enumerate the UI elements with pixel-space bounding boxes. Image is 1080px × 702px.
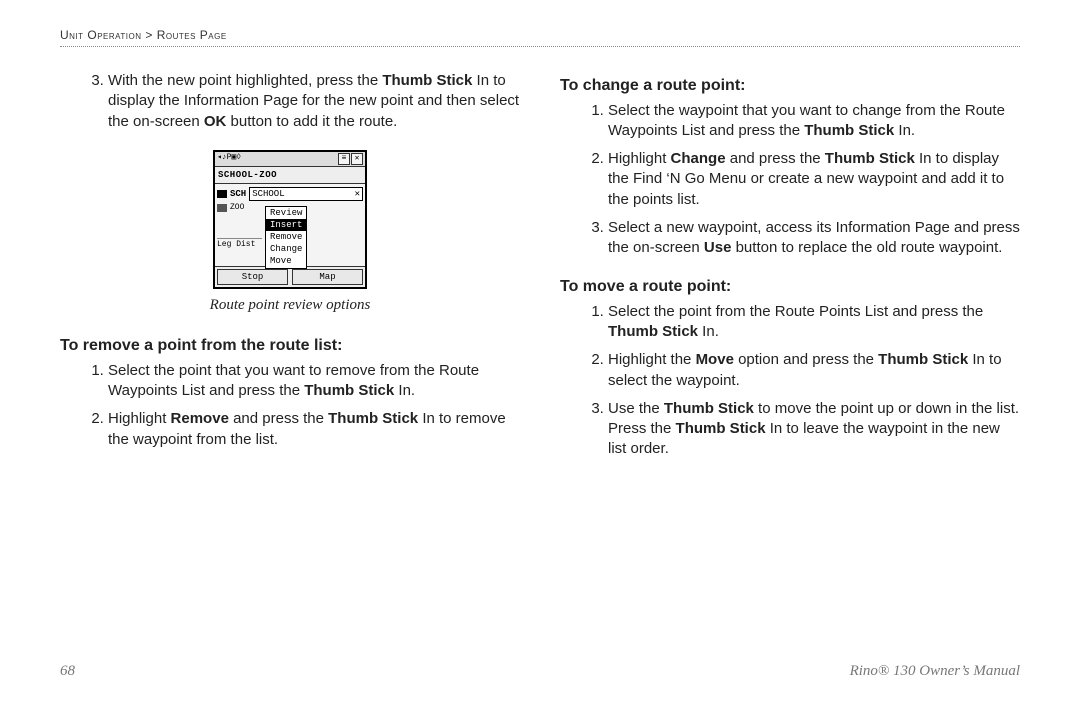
menu-icon: ≡	[338, 153, 350, 165]
leg-dist-label: Leg Dist	[217, 238, 262, 251]
change-steps: Select the waypoint that you want to cha…	[560, 101, 1020, 259]
heading-change: To change a route point:	[560, 75, 1020, 97]
device-screenshot: ◂♪P▣◊ ≡✕ SCHOOL-ZOO SCH SCHOOL ✕	[60, 150, 520, 289]
device-buttons: Stop Map	[215, 266, 365, 287]
content-columns: With the new point highlighted, press th…	[60, 67, 1020, 478]
device-screen: ◂♪P▣◊ ≡✕ SCHOOL-ZOO SCH SCHOOL ✕	[213, 150, 367, 289]
page-footer: 68 Rino® 130 Owner’s Manual	[60, 663, 1020, 680]
context-menu: Review Insert Remove Change Move	[265, 206, 307, 269]
device-body: SCH SCHOOL ✕ ZOO Review Inser	[215, 184, 365, 266]
flag-icon	[217, 204, 227, 212]
step-3: With the new point highlighted, press th…	[108, 71, 520, 132]
remove-step-1: Select the point that you want to remove…	[108, 361, 520, 402]
page-number: 68	[60, 663, 75, 680]
heading-remove: To remove a point from the route list:	[60, 335, 520, 357]
status-icons: ◂♪P▣◊	[217, 153, 241, 165]
remove-step-2: Highlight Remove and press the Thumb Sti…	[108, 409, 520, 450]
move-step-1: Select the point from the Route Points L…	[608, 302, 1020, 343]
window-controls: ≡✕	[337, 153, 363, 165]
remove-steps: Select the point that you want to remove…	[60, 361, 520, 450]
menu-item-review: Review	[266, 207, 306, 219]
change-step-2: Highlight Change and press the Thumb Sti…	[608, 149, 1020, 210]
left-column: With the new point highlighted, press th…	[60, 67, 520, 478]
flag-icon	[217, 190, 227, 198]
right-column: To change a route point: Select the wayp…	[560, 67, 1020, 478]
breadcrumb: Unit Operation > Routes Page	[60, 28, 1020, 47]
map-button: Map	[292, 269, 363, 285]
row-school: SCH SCHOOL ✕	[217, 186, 363, 202]
change-step-3: Select a new waypoint, access its Inform…	[608, 218, 1020, 259]
change-step-1: Select the waypoint that you want to cha…	[608, 101, 1020, 142]
heading-move: To move a route point:	[560, 276, 1020, 298]
figure-caption: Route point review options	[60, 295, 520, 315]
move-steps: Select the point from the Route Points L…	[560, 302, 1020, 460]
stop-button: Stop	[217, 269, 288, 285]
menu-item-insert: Insert	[266, 219, 306, 231]
close-icon: ✕	[351, 153, 363, 165]
school-box: SCHOOL ✕	[249, 187, 363, 201]
device-title: SCHOOL-ZOO	[215, 167, 365, 184]
manual-page: { "breadcrumb": "Unit Operation > Routes…	[0, 0, 1080, 702]
menu-item-move: Move	[266, 255, 306, 267]
close-icon: ✕	[355, 188, 360, 200]
move-step-2: Highlight the Move option and press the …	[608, 350, 1020, 391]
move-step-3: Use the Thumb Stick to move the point up…	[608, 399, 1020, 460]
doc-title: Rino® 130 Owner’s Manual	[850, 663, 1020, 680]
menu-item-remove: Remove	[266, 231, 306, 243]
continued-steps: With the new point highlighted, press th…	[60, 71, 520, 132]
menu-item-change: Change	[266, 243, 306, 255]
device-statusbar: ◂♪P▣◊ ≡✕	[215, 152, 365, 167]
